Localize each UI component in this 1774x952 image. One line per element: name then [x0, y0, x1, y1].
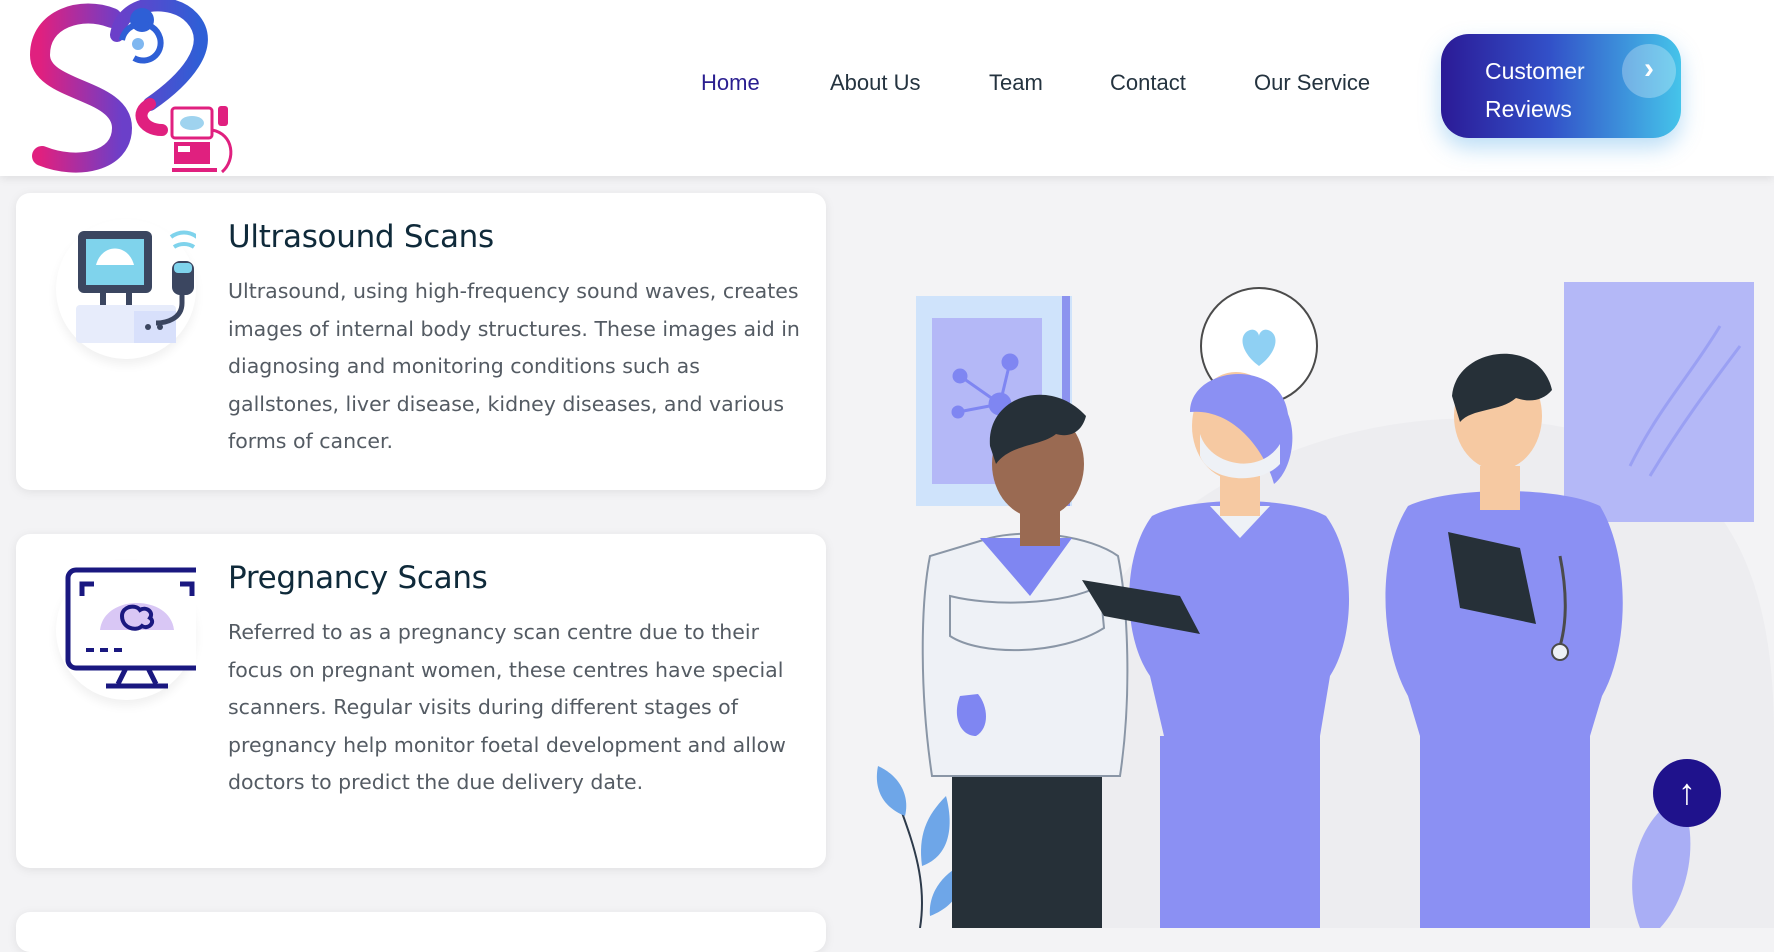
nav-team[interactable]: Team: [989, 70, 1043, 96]
service-card-partial: [16, 912, 826, 952]
customer-reviews-button[interactable]: Customer Reviews ›: [1441, 34, 1681, 138]
site-header: Home About Us Team Contact Our Service C…: [0, 0, 1774, 176]
nav-about-us[interactable]: About Us: [830, 70, 921, 96]
nav-home[interactable]: Home: [701, 70, 760, 96]
scroll-to-top-button[interactable]: ↑: [1653, 759, 1721, 827]
service-title: Pregnancy Scans: [228, 560, 488, 596]
chevron-right-icon: ›: [1622, 44, 1676, 98]
medical-team-illustration: [876, 282, 1774, 928]
ultrasound-machine-icon: [56, 219, 199, 359]
nav-our-service[interactable]: Our Service: [1254, 70, 1370, 96]
service-description: Ultrasound, using high-frequency sound w…: [228, 279, 800, 453]
service-title: Ultrasound Scans: [228, 219, 494, 255]
brand-logo[interactable]: [22, 0, 248, 176]
service-card-ultrasound: Ultrasound Scans Ultrasound, using high-…: [16, 193, 826, 490]
service-card-pregnancy: Pregnancy Scans Referred to as a pregnan…: [16, 534, 826, 868]
service-description: Referred to as a pregnancy scan centre d…: [228, 620, 786, 794]
pregnancy-monitor-icon: [56, 560, 209, 700]
customer-reviews-label: Customer Reviews: [1485, 58, 1585, 122]
nav-contact[interactable]: Contact: [1110, 70, 1186, 96]
